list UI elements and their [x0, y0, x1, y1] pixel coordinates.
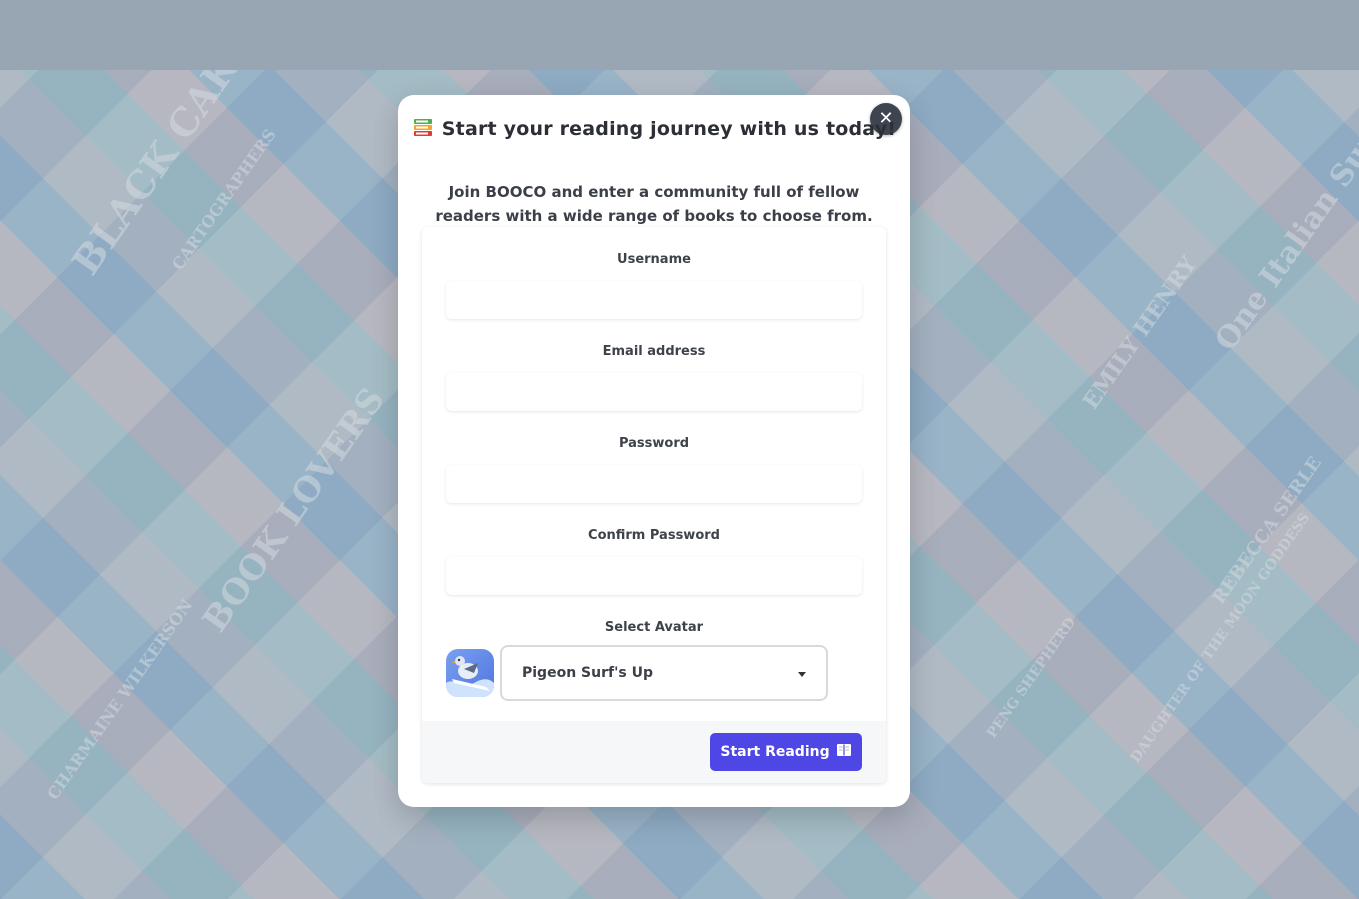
books-icon: [412, 118, 434, 143]
book-icon: [836, 743, 852, 761]
chevron-down-icon: [798, 672, 806, 677]
avatar-label: Select Avatar: [604, 620, 704, 635]
username-label: Username: [617, 252, 691, 267]
avatar-preview: [446, 649, 494, 697]
top-bar: [0, 0, 1359, 70]
password-label: Password: [618, 436, 690, 451]
username-input[interactable]: [446, 281, 862, 319]
avatar-select[interactable]: Pigeon Surf's Up: [500, 645, 828, 701]
avatar-select-value: Pigeon Surf's Up: [522, 665, 653, 681]
start-reading-label: Start Reading: [720, 744, 830, 760]
intro-text: Join BOOCO and enter a community full of…: [435, 183, 873, 225]
confirm-password-input[interactable]: [446, 557, 862, 595]
password-input[interactable]: [446, 465, 862, 503]
modal-title: Start your reading journey with us today…: [398, 118, 910, 143]
email-label: Email address: [602, 344, 706, 359]
confirm-password-label: Confirm Password: [588, 528, 720, 543]
email-input[interactable]: [446, 373, 862, 411]
modal-title-text: Start your reading journey with us today…: [441, 118, 897, 140]
start-reading-button[interactable]: Start Reading: [710, 733, 862, 771]
pigeon-avatar-icon: [446, 656, 494, 697]
